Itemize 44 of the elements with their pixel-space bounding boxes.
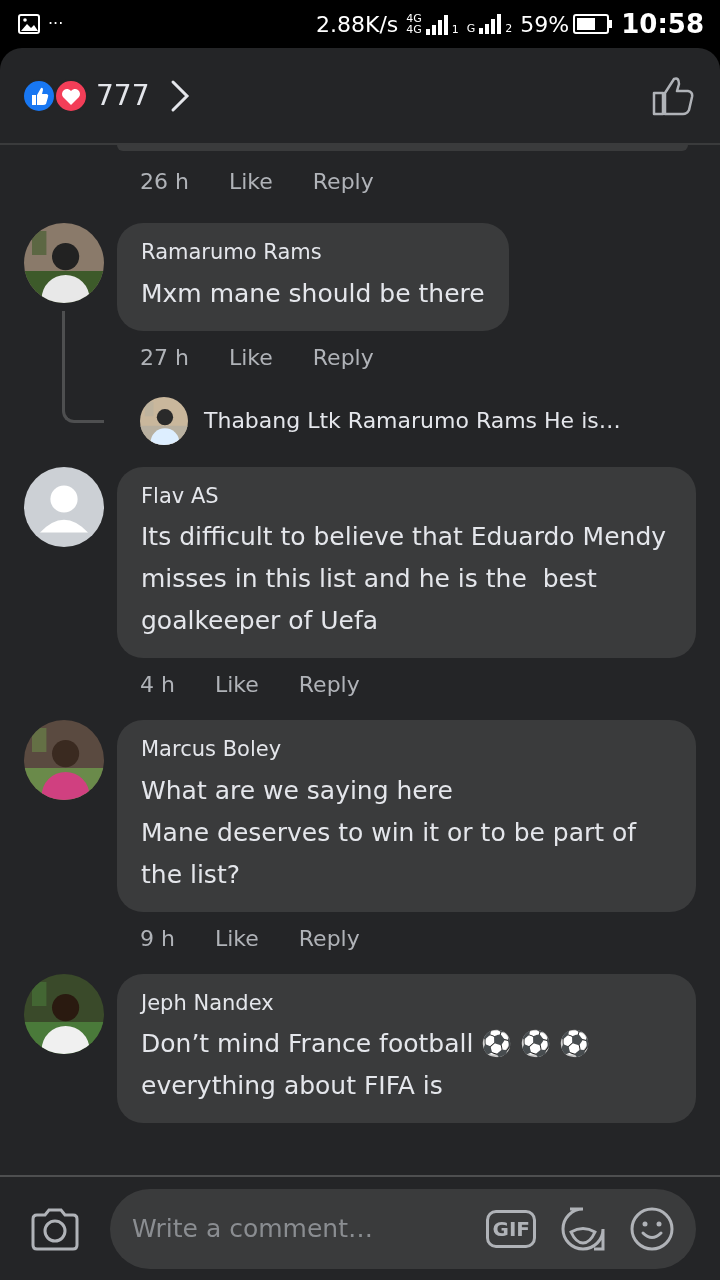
sim-slot: 1: [451, 24, 459, 35]
reply-preview[interactable]: Thabang Ltk Ramarumo Rams He is…: [117, 392, 621, 449]
action-link[interactable]: Like: [228, 165, 273, 198]
author-name[interactable]: Jeph Nandex: [141, 987, 672, 1019]
network-type: 4G: [406, 24, 422, 35]
comment-time: 26 h: [140, 168, 189, 196]
author-name[interactable]: Ramarumo Rams: [141, 237, 485, 269]
comment-time: 27 h: [140, 343, 189, 372]
overflow-dots: ···: [48, 13, 64, 35]
action-link[interactable]: Reply: [298, 668, 360, 701]
reaction-count[interactable]: 777: [96, 74, 150, 117]
signal-icon: [479, 14, 502, 34]
comment-field[interactable]: Write a comment… GIF: [110, 1188, 696, 1269]
emoji-icon[interactable]: [630, 1206, 674, 1251]
gallery-icon: [18, 14, 40, 34]
comment-time: 4 h: [140, 671, 175, 699]
comment-text: What are we saying here Mane deserves to win it or to be part of the list?: [141, 774, 638, 891]
avatar-icon: [24, 466, 104, 547]
signal-icon: [425, 15, 448, 35]
sim-slot: 2: [505, 23, 513, 34]
network-type: 4G: [406, 13, 422, 24]
battery-percent: 59%: [520, 10, 570, 39]
chevron-icon[interactable]: [169, 78, 192, 113]
network-speed: 2.88K/s: [315, 10, 399, 39]
action-link[interactable]: Like: [214, 921, 259, 955]
battery-icon: [573, 14, 614, 34]
sticker-icon[interactable]: [560, 1205, 606, 1252]
like-icon[interactable]: [652, 75, 694, 116]
comment-text: Don’t mind France football ⚽ ⚽ ⚽ everything about FIFA is: [141, 1028, 592, 1102]
comment-time: 9 h: [140, 924, 175, 953]
action-link[interactable]: Reply: [312, 340, 374, 374]
action-link[interactable]: Reply: [298, 921, 360, 955]
action-link[interactable]: Like: [228, 340, 273, 374]
comment-text: Its difficult to believe that Eduardo Mendy misses in this list and he is the best goalkeeper of Uefa: [141, 521, 668, 637]
gif-button[interactable]: GIF: [486, 1209, 536, 1248]
reactions-icon[interactable]: [22, 78, 88, 113]
network-type: G: [466, 23, 476, 34]
clock-time: 10:58: [621, 7, 704, 41]
camera-icon[interactable]: [30, 1206, 80, 1251]
author-name[interactable]: Flav AS: [141, 480, 672, 512]
action-link[interactable]: Like: [214, 668, 259, 701]
action-link[interactable]: Reply: [312, 165, 374, 198]
comment-text: Mxm mane should be there: [141, 277, 485, 310]
author-name[interactable]: Marcus Boley: [141, 734, 672, 766]
